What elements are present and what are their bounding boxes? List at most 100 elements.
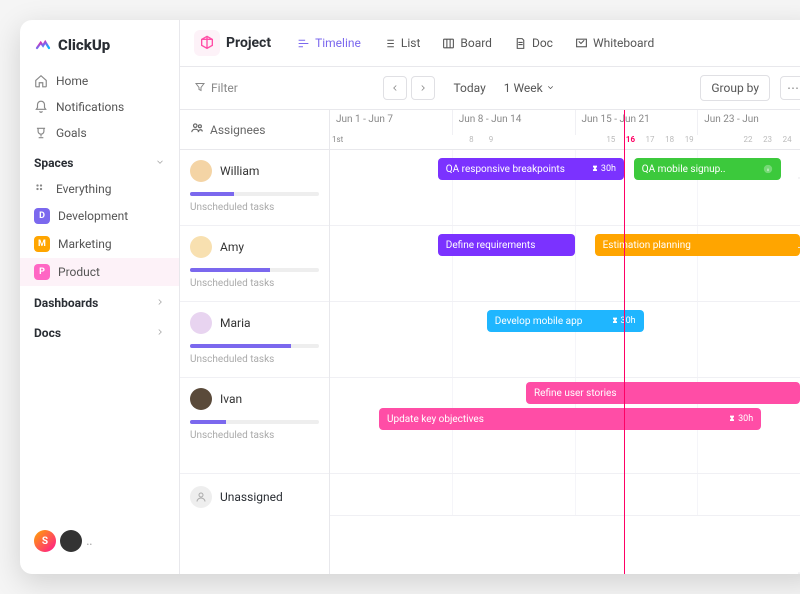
nav-home[interactable]: Home (20, 68, 179, 94)
assignee-row-amy[interactable]: Amy Unscheduled tasks (180, 226, 329, 302)
view-timeline[interactable]: Timeline (289, 31, 369, 55)
topbar: Project Timeline List Board Doc Whiteboa… (180, 20, 800, 67)
chevron-right-icon (155, 326, 165, 340)
brand-logo[interactable]: ClickUp (20, 32, 179, 68)
project-cube-icon (194, 30, 220, 56)
chevron-right-icon (155, 296, 165, 310)
timeline-row: QA responsive breakpoints30h QA mobile si… (330, 150, 800, 226)
space-label: Everything (56, 182, 111, 196)
unscheduled-label[interactable]: Unscheduled tasks (190, 354, 319, 365)
prev-button[interactable] (383, 76, 407, 100)
view-list[interactable]: List (375, 31, 429, 55)
unscheduled-label[interactable]: Unscheduled tasks (190, 278, 319, 289)
docs-header[interactable]: Docs (20, 316, 179, 346)
unscheduled-label[interactable]: Unscheduled tasks (190, 202, 319, 213)
task-label: Estimation planning (603, 240, 691, 251)
assignee-row-william[interactable]: William Unscheduled tasks (180, 150, 329, 226)
task-label: Develop mobile app (495, 316, 583, 327)
day-label (389, 135, 409, 149)
dashboards-header[interactable]: Dashboards (20, 286, 179, 316)
day-label (369, 135, 389, 149)
space-marketing[interactable]: M Marketing (20, 230, 179, 258)
today-button[interactable]: Today (445, 77, 493, 99)
spaces-header[interactable]: Spaces (20, 146, 179, 176)
space-label: Product (58, 265, 100, 279)
bell-icon (34, 100, 48, 114)
space-product[interactable]: P Product (20, 258, 179, 286)
day-label (408, 135, 428, 149)
task-bar[interactable]: Refine user stories (526, 382, 800, 404)
view-doc[interactable]: Doc (506, 31, 561, 55)
footer-users[interactable]: S ‥ (20, 520, 179, 562)
assignee-row-ivan[interactable]: Ivan Unscheduled tasks (180, 378, 329, 474)
day-label (702, 135, 722, 149)
task-bar[interactable]: QA mobile signup.. (634, 158, 781, 180)
task-bar[interactable]: Define requirements (438, 234, 575, 256)
nav-label: Goals (56, 126, 87, 140)
filter-label: Filter (211, 81, 238, 95)
next-button[interactable] (411, 76, 435, 100)
group-by-button[interactable]: Group by (700, 75, 770, 101)
week-label: Jun 1 - Jun 7 (330, 110, 452, 135)
assignee-name: William (220, 164, 259, 178)
day-label (546, 135, 566, 149)
assignee-name: Amy (220, 240, 244, 254)
avatar (190, 312, 212, 334)
space-badge: M (34, 236, 50, 252)
task-bar[interactable]: Develop mobile app30h (487, 310, 644, 332)
docs-label: Docs (34, 326, 61, 340)
day-label (585, 135, 605, 149)
nav-notifications[interactable]: Notifications (20, 94, 179, 120)
more-button[interactable]: ⋯ (780, 76, 800, 100)
task-bar[interactable]: Update key objectives30h (379, 408, 761, 430)
user-avatar[interactable] (60, 530, 82, 552)
assignee-name: Maria (220, 316, 251, 330)
people-icon (190, 121, 204, 138)
assignee-row-maria[interactable]: Maria Unscheduled tasks (180, 302, 329, 378)
unscheduled-label[interactable]: Unscheduled tasks (190, 430, 319, 441)
doc-icon (514, 37, 527, 50)
task-duration: 30h (591, 164, 616, 174)
view-label: Timeline (315, 36, 361, 50)
filter-icon (194, 81, 206, 96)
view-label: List (401, 36, 421, 50)
nav-label: Notifications (56, 100, 124, 114)
day-label (526, 135, 546, 149)
task-bar[interactable]: QA responsive breakpoints30h (438, 158, 624, 180)
day-label: 8 (467, 135, 487, 149)
view-whiteboard[interactable]: Whiteboard (567, 31, 662, 55)
timeline-header: Jun 1 - Jun 7Jun 8 - Jun 14Jun 15 - Jun … (330, 110, 800, 150)
day-label: 18 (663, 135, 683, 149)
clickup-logo-icon (34, 36, 52, 54)
filter-button[interactable]: Filter (194, 81, 238, 96)
dashboards-label: Dashboards (34, 296, 98, 310)
space-everything[interactable]: Everything (20, 176, 179, 202)
nav-goals[interactable]: Goals (20, 120, 179, 146)
task-bar[interactable]: Estimation planning (595, 234, 800, 256)
chevron-down-icon (155, 156, 165, 170)
space-development[interactable]: D Development (20, 202, 179, 230)
current-user-avatar[interactable]: S (34, 530, 56, 552)
day-label: 17 (644, 135, 664, 149)
trophy-icon (34, 126, 48, 140)
list-icon (383, 37, 396, 50)
timeline-grid[interactable]: Jun 1 - Jun 7Jun 8 - Jun 14Jun 15 - Jun … (330, 110, 800, 574)
task-label: Define requirements (446, 240, 536, 251)
user-more-icon[interactable]: ‥ (86, 533, 93, 549)
spaces-label: Spaces (34, 156, 73, 170)
avatar (190, 388, 212, 410)
whiteboard-icon (575, 37, 588, 50)
assignee-header-label: Assignees (210, 123, 265, 137)
day-label (448, 135, 468, 149)
nav-label: Home (56, 74, 88, 88)
assignee-row-unassigned[interactable]: Unassigned (180, 474, 329, 520)
day-label: 1st (330, 135, 350, 149)
timeline-row: Refine user stories Update key objectives… (330, 378, 800, 474)
assignee-header[interactable]: Assignees (180, 110, 329, 150)
view-board[interactable]: Board (434, 31, 500, 55)
info-icon[interactable] (763, 164, 773, 174)
assignee-column: Assignees William Unscheduled tasks Amy … (180, 110, 330, 574)
workload-bar (190, 268, 319, 272)
range-selector[interactable]: 1 Week (504, 81, 555, 95)
day-label: 15 (604, 135, 624, 149)
